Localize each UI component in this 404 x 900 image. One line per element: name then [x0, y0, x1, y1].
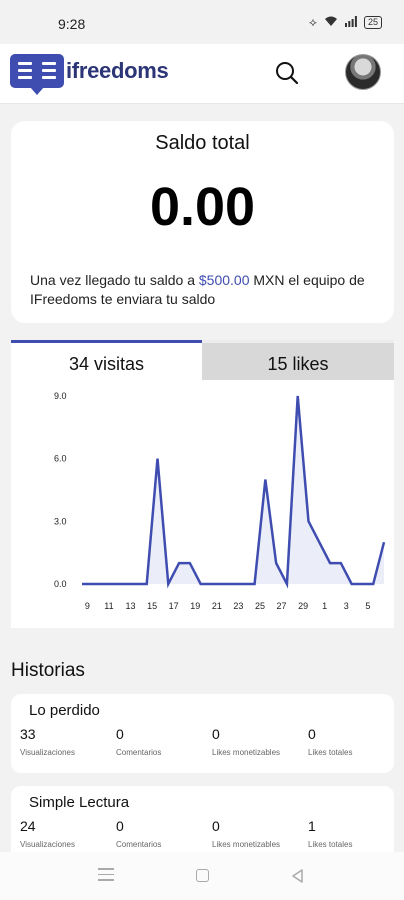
story-stat-views: 33 Visualizaciones	[20, 726, 75, 757]
balance-title: Saldo total	[155, 132, 250, 154]
y-tick-label: 9.0	[54, 391, 67, 401]
stat-value: 0	[116, 818, 124, 834]
back-icon[interactable]	[290, 868, 306, 889]
wifi-icon	[324, 16, 338, 30]
story-stat-monetizable-likes: 0 Likes monetizables	[212, 726, 280, 757]
x-tick-label: 1	[322, 601, 327, 611]
y-tick-label: 3.0	[54, 516, 67, 526]
app-header: ifreedoms	[0, 44, 404, 104]
search-icon[interactable]	[272, 58, 302, 88]
series-line	[82, 395, 386, 589]
stat-label: Comentarios	[116, 748, 162, 757]
stat-value: 0	[116, 726, 124, 742]
x-tick-label: 19	[190, 601, 200, 611]
x-tick-label: 13	[126, 601, 136, 611]
story-stat-views: 24 Visualizaciones	[20, 818, 75, 849]
logo-icon	[10, 54, 64, 95]
stories-title: Historias	[11, 660, 85, 681]
stat-value: 0	[212, 726, 220, 742]
x-tick-label: 3	[344, 601, 349, 611]
y-tick-label: 0.0	[54, 579, 67, 589]
balance-note-prefix: Una vez llegado tu saldo a	[30, 272, 199, 288]
stat-label: Likes totales	[308, 748, 353, 757]
status-bar: 9:28 ⟡ 25	[0, 0, 404, 44]
stat-label: Likes monetizables	[212, 748, 281, 757]
stat-value: 0	[212, 818, 220, 834]
menu-icon[interactable]	[98, 868, 114, 885]
x-tick-label: 9	[85, 601, 90, 611]
story-title: Simple Lectura	[29, 794, 130, 811]
system-nav-bar	[0, 852, 404, 900]
tab-visits[interactable]: 34 visitas	[11, 340, 202, 380]
story-stat-total-likes: 0 Likes totales	[308, 726, 352, 757]
status-time: 9:28	[58, 16, 86, 32]
y-tick-label: 6.0	[54, 454, 67, 464]
x-tick-label: 27	[277, 601, 287, 611]
x-tick-label: 23	[233, 601, 243, 611]
tab-likes[interactable]: 15 likes	[202, 340, 394, 380]
stats-card: 34 visitas 15 likes 0.0 3.0 6.0 9.0 9 11 13 15 1…	[11, 340, 394, 628]
balance-card: Saldo total 0.00 Una vez llegado tu sald…	[11, 121, 394, 323]
vibrate-icon: ⟡	[309, 15, 317, 29]
x-tick-label: 15	[147, 601, 157, 611]
balance-amount: 0.00	[149, 177, 256, 237]
x-tick-label: 25	[255, 601, 265, 611]
stat-label: Likes monetizables	[212, 840, 281, 849]
stat-value: 0	[308, 726, 316, 742]
x-tick-label: 5	[365, 601, 370, 611]
story-stat-comments: 0 Comentarios	[116, 726, 161, 757]
story-card[interactable]: Lo perdido 33 Visualizaciones 0 Comentario…	[11, 694, 394, 773]
battery-icon: 25	[363, 16, 382, 29]
x-tick-label: 29	[298, 601, 308, 611]
stat-label: Comentarios	[116, 840, 162, 849]
series-area	[82, 396, 384, 584]
signal-icon	[344, 15, 357, 30]
stat-label: Visualizaciones	[20, 748, 75, 757]
visits-chart: 0.03.06.09.09 11 13 15 17 19 21 23 25 27 29 1 3 5	[54, 391, 386, 611]
stat-value: 24	[20, 818, 36, 834]
stat-value: 33	[20, 726, 36, 742]
x-tick-label: 21	[212, 601, 222, 611]
home-icon[interactable]	[196, 869, 209, 882]
story-stat-total-likes: 1 Likes totales	[308, 818, 352, 849]
story-title: Lo perdido	[29, 702, 100, 719]
status-icons: ⟡ 25	[309, 15, 382, 30]
stat-value: 1	[308, 818, 316, 834]
avatar[interactable]	[345, 54, 381, 90]
balance-threshold: $500.00	[198, 272, 250, 288]
stat-label: Likes totales	[308, 840, 353, 849]
balance-note: Una vez llegado tu saldo a $500.00 MXN e…	[30, 271, 370, 309]
story-stat-monetizable-likes: 0 Likes monetizables	[212, 818, 280, 849]
x-tick-label: 11	[104, 601, 113, 611]
stat-label: Visualizaciones	[20, 840, 75, 849]
story-stat-comments: 0 Comentarios	[116, 818, 161, 849]
app-name: ifreedoms	[66, 58, 169, 83]
x-tick-label: 17	[169, 601, 179, 611]
